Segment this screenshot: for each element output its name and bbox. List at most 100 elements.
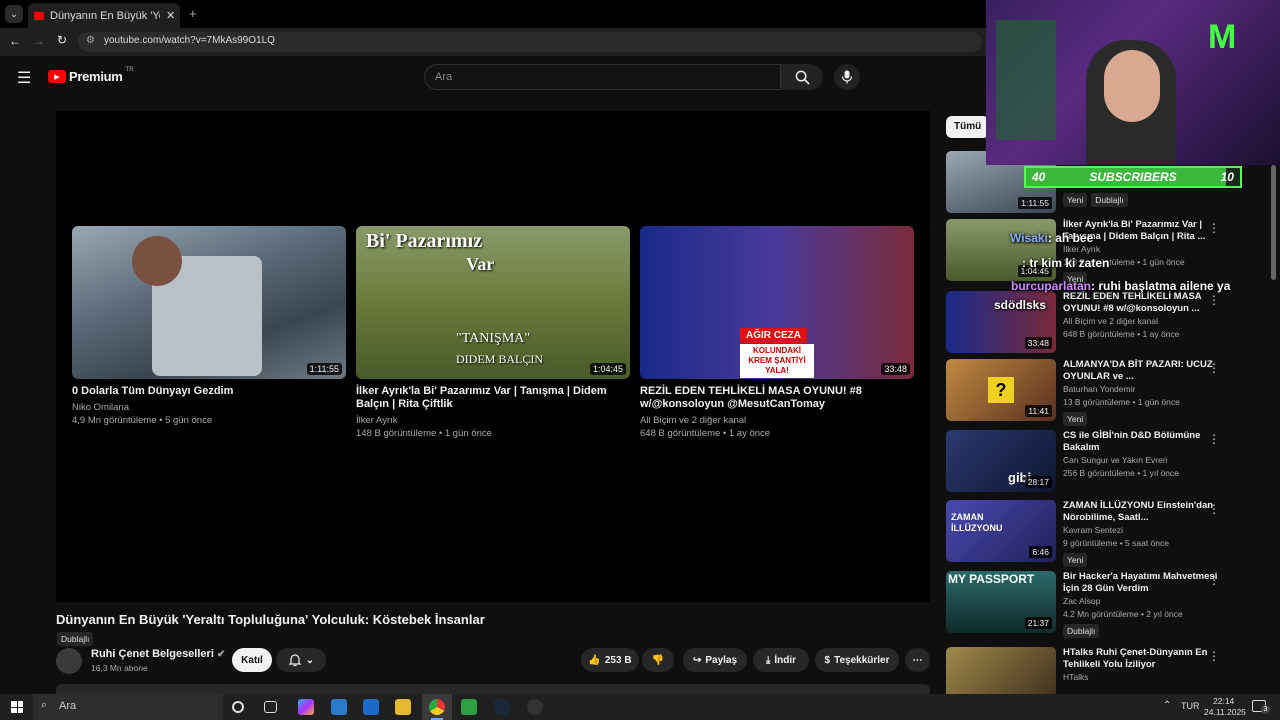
app-icon[interactable] <box>331 699 347 715</box>
mail-icon[interactable] <box>363 699 379 715</box>
thumbnail-text: KOLUNDAKİ KREM ŞANTİYİ YALA! <box>740 344 814 378</box>
more-options-icon[interactable]: ⋮ <box>1208 221 1220 235</box>
task-view-icon[interactable] <box>264 701 277 713</box>
channel-avatar[interactable] <box>56 648 82 674</box>
thanks-button[interactable]: $ Teşekkürler <box>815 648 899 672</box>
chat-message: : tr kim ki zaten <box>1022 256 1109 270</box>
steam-icon[interactable] <box>494 699 510 715</box>
channel-name[interactable]: Ruhi Çenet Belgeselleri ✔ <box>91 648 225 660</box>
more-options-icon[interactable]: ⋮ <box>1208 573 1220 587</box>
thumbnail-text: AĞIR CEZA <box>740 328 807 343</box>
join-button[interactable]: Katıl <box>232 648 272 672</box>
endscreen-channel[interactable]: İlker Ayrık <box>356 415 630 427</box>
voice-search-button[interactable] <box>834 64 860 90</box>
address-bar[interactable]: ⚙ youtube.com/watch?v=7MkAs99O1LQ <box>78 32 982 52</box>
sidebar-thumbnail[interactable]: gibi 28:17 <box>946 430 1056 492</box>
dislike-button[interactable]: 👎 <box>642 648 674 672</box>
reload-icon[interactable]: ↻ <box>57 33 67 47</box>
endscreen-channel[interactable]: Niko Omilana <box>72 402 346 414</box>
more-options-icon[interactable]: ⋮ <box>1208 502 1220 516</box>
sidebar-channel: Ali Biçim ve 2 diğer kanal <box>1063 316 1158 326</box>
more-options-icon[interactable]: ⋮ <box>1208 649 1220 663</box>
subscriber-goal-bar: 40 SUBSCRIBERS 10 <box>1024 166 1242 188</box>
browser-toolbar: ← → ↻ ⚙ youtube.com/watch?v=7MkAs99O1LQ <box>0 28 986 56</box>
sidebar-video-title[interactable]: REZİL EDEN TEHLİKELİ MASA OYUNU! #8 w/@k… <box>1063 291 1218 315</box>
obs-icon[interactable] <box>527 699 543 715</box>
menu-icon[interactable]: ☰ <box>17 68 31 88</box>
thumbs-down-icon: 👎 <box>651 654 665 666</box>
chip-all[interactable]: Tümü <box>946 116 990 138</box>
sidebar-video-2[interactable]: 1:04:45 İlker Ayrık'la Bi' Pazarımız Var… <box>946 219 1236 286</box>
share-button[interactable]: ↪ Paylaş <box>683 648 747 672</box>
endscreen-thumbnail[interactable]: 1:11:55 <box>72 226 346 379</box>
endscreen-card-2[interactable]: Bi' Pazarımız Var "TANIŞMA" DIDEM BALÇIN… <box>356 226 630 440</box>
endscreen-card-1[interactable]: 1:11:55 0 Dolarla Tüm Dünyayı Gezdim Nik… <box>72 226 346 427</box>
browser-tab-bar: ⌄ Dünyanın En Büyük 'Yeraltı Topl ✕ + <box>0 0 986 28</box>
taskbar-search[interactable]: ⌕ Ara <box>33 694 223 720</box>
sidebar-video-title[interactable]: ALMANYA'DA BİT PAZARI: UCUZ OYUNLAR ve .… <box>1063 359 1218 383</box>
input-language[interactable]: TUR <box>1181 701 1200 711</box>
description-box[interactable] <box>56 684 930 694</box>
endscreen-thumbnail[interactable]: AĞIR CEZA KOLUNDAKİ KREM ŞANTİYİ YALA! 3… <box>640 226 914 379</box>
endscreen-title[interactable]: REZİL EDEN TEHLİKELİ MASA OYUNU! #8 w/@k… <box>640 385 914 411</box>
youtube-logo[interactable]: ▶ Premium TR <box>48 67 134 84</box>
new-tab-icon[interactable]: + <box>189 6 197 21</box>
endscreen-title[interactable]: İlker Ayrık'la Bi' Pazarımız Var | Tanış… <box>356 385 630 411</box>
like-button[interactable]: 👍 253 B <box>581 648 639 672</box>
site-info-icon[interactable]: ⚙ <box>86 35 95 46</box>
more-options-icon[interactable]: ⋮ <box>1208 361 1220 375</box>
back-icon[interactable]: ← <box>9 34 21 48</box>
notification-icon[interactable]: 3 <box>1252 700 1270 714</box>
store-icon[interactable] <box>461 699 477 715</box>
sidebar-video-6[interactable]: ZAMAN İLLÜZYONU 6:46 ZAMAN İLLÜZYONU Ein… <box>946 500 1236 567</box>
chevron-up-icon[interactable]: ⌃ <box>1163 700 1171 711</box>
notification-bell-button[interactable]: ⌄ <box>276 648 326 672</box>
forward-icon[interactable]: → <box>33 34 45 48</box>
sidebar-video-title[interactable]: Bir Hacker'a Hayatımı Mahvetmesi İçin 28… <box>1063 571 1218 595</box>
endscreen-card-3[interactable]: AĞIR CEZA KOLUNDAKİ KREM ŞANTİYİ YALA! 3… <box>640 226 914 440</box>
endscreen-channel[interactable]: Ali Biçim ve 2 diğer kanal <box>640 415 914 427</box>
sidebar-video-3[interactable]: 33:48 REZİL EDEN TEHLİKELİ MASA OYUNU! #… <box>946 291 1236 355</box>
sidebar-video-title[interactable]: CS ile GİBİ'nin D&D Bölümüne Bakalım <box>1063 430 1218 454</box>
sidebar-thumbnail[interactable]: ? 11:41 <box>946 359 1056 421</box>
more-options-icon[interactable]: ⋮ <box>1208 293 1220 307</box>
windows-start-icon[interactable] <box>11 701 23 713</box>
search-input[interactable]: Ara <box>424 64 781 90</box>
duration-label: 33:48 <box>881 363 910 375</box>
endscreen-thumbnail[interactable]: Bi' Pazarımız Var "TANIŞMA" DIDEM BALÇIN… <box>356 226 630 379</box>
file-explorer-icon[interactable] <box>395 699 411 715</box>
sidebar-video-4[interactable]: ? 11:41 ALMANYA'DA BİT PAZARI: UCUZ OYUN… <box>946 359 1236 426</box>
sidebar-video-title[interactable]: ZAMAN İLLÜZYONU Einstein'dan Nörobilime,… <box>1063 500 1218 524</box>
sidebar-channel: Kavram Sentezi <box>1063 525 1123 535</box>
clock-date[interactable]: 24.11.2025 <box>1204 707 1246 717</box>
sidebar-video-7[interactable]: MY PASSPORT 21:37 Bir Hacker'a Hayatımı … <box>946 571 1236 638</box>
duration-label: 1:04:45 <box>589 363 626 375</box>
search-button[interactable] <box>781 64 823 90</box>
dubbed-badge: Dublajlı <box>57 629 94 647</box>
sidebar-video-title[interactable]: HTalks Ruhi Çenet-Dünyanın En Tehlikeli … <box>1063 647 1218 671</box>
sidebar-thumbnail[interactable]: ZAMAN İLLÜZYONU 6:46 <box>946 500 1056 562</box>
clock-time[interactable]: 22:14 <box>1213 696 1234 706</box>
chat-user: Wisaki <box>1010 231 1048 245</box>
chrome-taskbar-button[interactable] <box>422 694 452 720</box>
more-options-icon[interactable]: ⋮ <box>1208 432 1220 446</box>
thumbnail-text: ZAMAN İLLÜZYONU <box>951 512 1003 533</box>
browser-tab[interactable]: Dünyanın En Büyük 'Yeraltı Topl ✕ <box>28 3 180 28</box>
cortana-icon[interactable] <box>232 701 244 713</box>
download-button[interactable]: ⤓ İndir <box>753 648 809 672</box>
dollar-heart-icon: $ <box>824 654 831 666</box>
video-player[interactable]: 1:11:55 0 Dolarla Tüm Dünyayı Gezdim Nik… <box>56 111 930 602</box>
sidebar-thumbnail[interactable]: MY PASSPORT 21:37 <box>946 571 1056 633</box>
duration-label: 28:17 <box>1024 476 1052 488</box>
sidebar-video-8[interactable]: HTalks Ruhi Çenet-Dünyanın En Tehlikeli … <box>946 647 1236 694</box>
tab-search-button[interactable]: ⌄ <box>5 5 23 23</box>
duration-label: 6:46 <box>1029 546 1052 558</box>
sidebar-video-5[interactable]: gibi 28:17 CS ile GİBİ'nin D&D Bölümüne … <box>946 430 1236 494</box>
sidebar-scrollbar[interactable] <box>1271 165 1276 280</box>
copilot-icon[interactable] <box>298 699 314 715</box>
sidebar-thumbnail[interactable]: 1:04:45 <box>946 219 1056 281</box>
more-actions-button[interactable]: ⋯ <box>905 648 930 672</box>
close-tab-icon[interactable]: ✕ <box>166 9 175 22</box>
endscreen-title[interactable]: 0 Dolarla Tüm Dünyayı Gezdim <box>72 385 346 398</box>
sidebar-thumbnail[interactable] <box>946 647 1056 694</box>
